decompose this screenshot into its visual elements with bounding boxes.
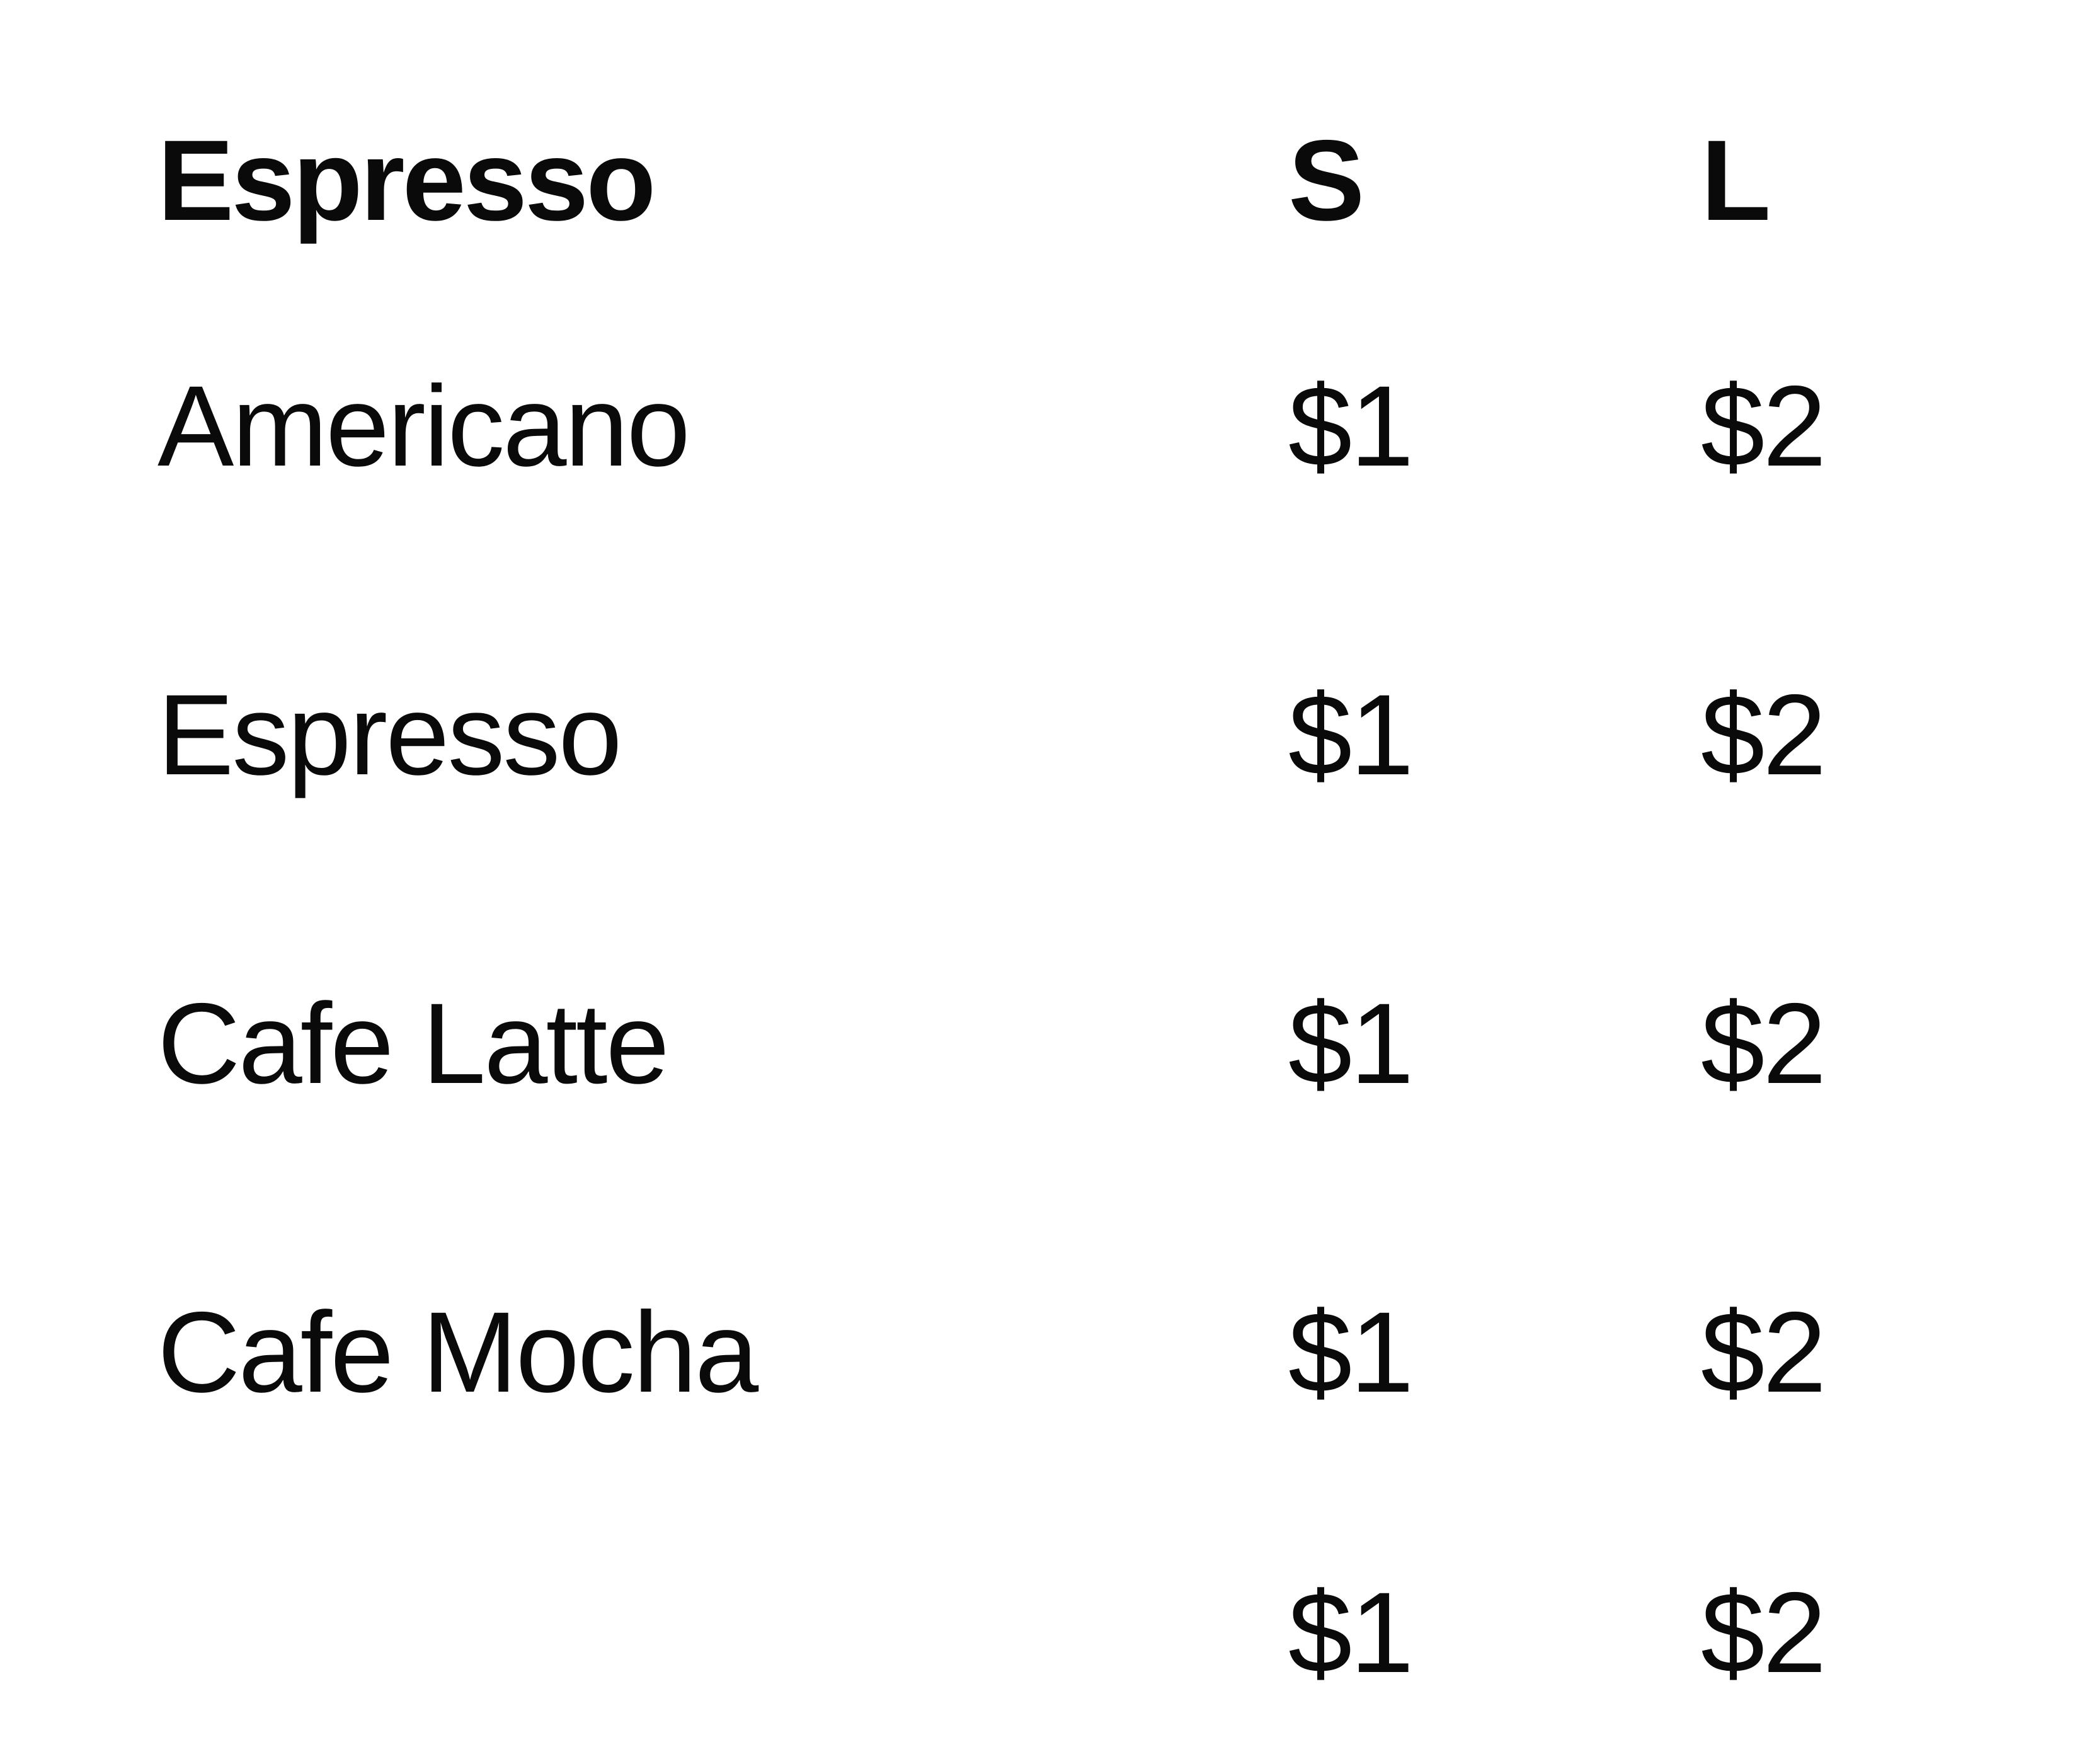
menu-item-price-large: $2 (1701, 362, 1826, 490)
menu-item-price-large: $2 (1701, 979, 1826, 1108)
size-small-heading: S (1288, 116, 1364, 244)
menu-item-row[interactable]: Americano $1 $2 (0, 369, 2082, 558)
menu-item-row[interactable]: Espresso $1 $2 (0, 677, 2082, 866)
menu-item-price-small: $1 (1288, 670, 1414, 799)
menu-item-name: Cafe Mocha (157, 1288, 758, 1416)
menu-item-row[interactable]: $1 $2 (0, 1575, 2082, 1764)
size-large-heading: L (1701, 116, 1771, 244)
menu-item-name: Espresso (157, 670, 622, 799)
menu-header-row: Espresso S L (0, 123, 2082, 312)
menu-item-price-small: $1 (1288, 979, 1414, 1108)
menu-price-table: Espresso S L Americano $1 $2 Espresso $1… (0, 0, 2082, 1690)
menu-item-price-small: $1 (1288, 1568, 1414, 1697)
menu-item-price-large: $2 (1701, 1568, 1826, 1697)
menu-item-price-large: $2 (1701, 670, 1826, 799)
menu-item-row[interactable]: Cafe Mocha $1 $2 (0, 1295, 2082, 1484)
category-heading: Espresso (157, 116, 656, 244)
menu-item-price-small: $1 (1288, 362, 1414, 490)
menu-item-name: Americano (157, 362, 690, 490)
menu-item-row[interactable]: Cafe Latte $1 $2 (0, 986, 2082, 1175)
menu-item-price-large: $2 (1701, 1288, 1826, 1416)
menu-item-name: Cafe Latte (157, 979, 670, 1108)
menu-item-price-small: $1 (1288, 1288, 1414, 1416)
